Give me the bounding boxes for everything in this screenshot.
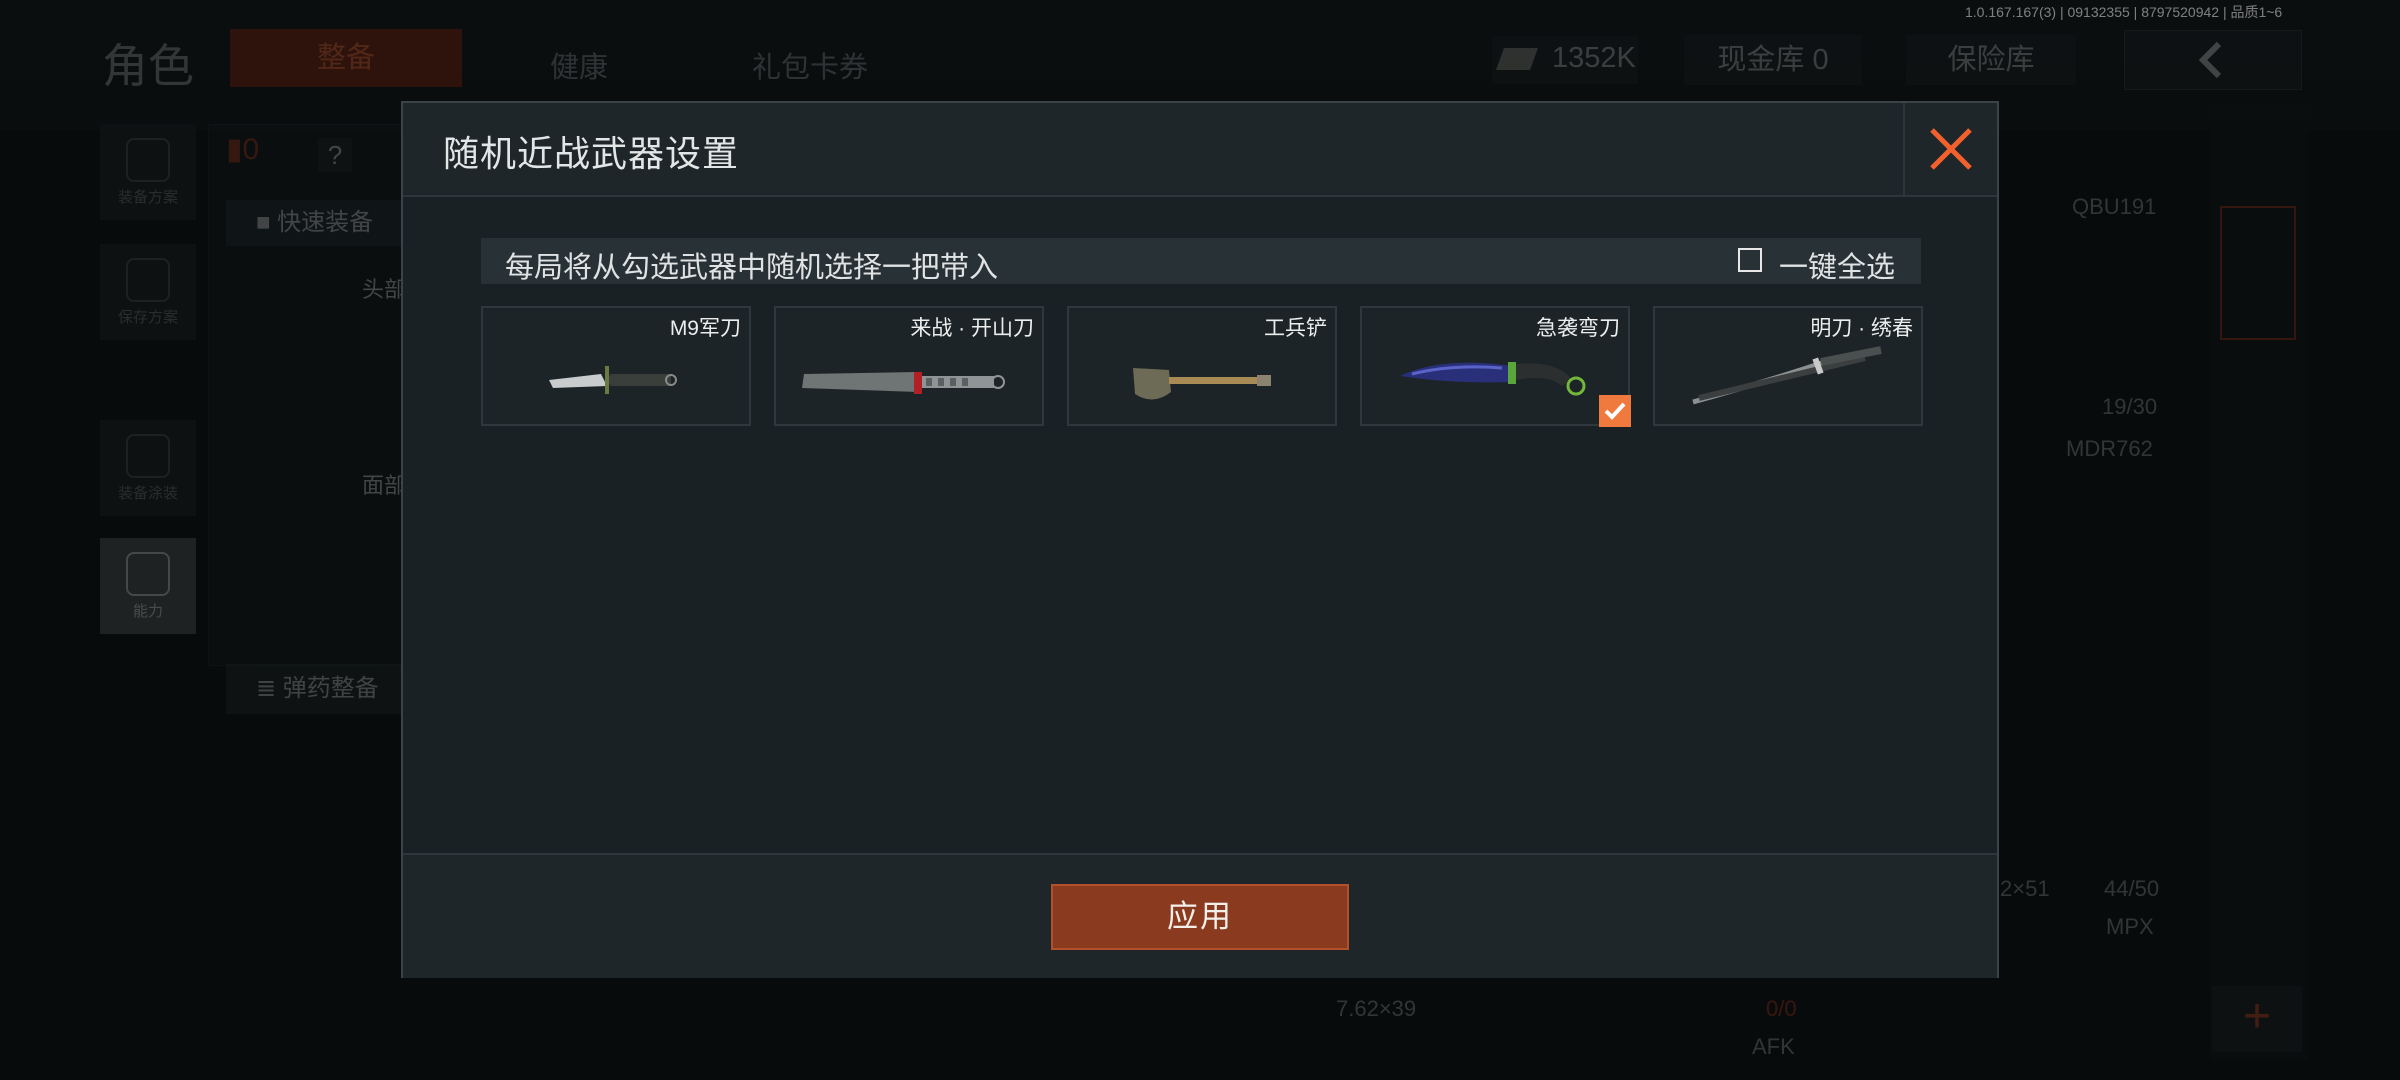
instruction-bar: 每局将从勾选武器中随机选择一把带入 一键全选 bbox=[481, 238, 1921, 284]
instruction-text: 每局将从勾选武器中随机选择一把带入 bbox=[505, 252, 999, 284]
dialog-title: 随机近战武器设置 bbox=[443, 133, 740, 174]
weapon-card-xiuchun[interactable]: 明刀 · 绣春 bbox=[1653, 306, 1923, 426]
sword-icon bbox=[1692, 346, 1882, 405]
checkmark-icon bbox=[1604, 402, 1626, 420]
apply-button[interactable]: 应用 bbox=[1051, 884, 1349, 950]
random-melee-dialog: 随机近战武器设置 每局将从勾选武器中随机选择一把带入 一键全选 M9军刀 来战 … bbox=[401, 101, 1999, 978]
weapon-card-shovel[interactable]: 工兵铲 bbox=[1067, 306, 1337, 426]
dialog-header: 随机近战武器设置 bbox=[403, 103, 1997, 197]
close-button[interactable] bbox=[1903, 103, 1997, 195]
machete-icon bbox=[802, 372, 1005, 394]
bayonet-icon bbox=[549, 366, 677, 394]
weapon-card-machete[interactable]: 来战 · 开山刀 bbox=[774, 306, 1044, 426]
weapon-card-karambit[interactable]: 急袭弯刀 bbox=[1360, 306, 1631, 427]
select-all-checkbox[interactable] bbox=[1738, 248, 1762, 272]
checked-badge bbox=[1599, 395, 1631, 427]
weapon-card-m9[interactable]: M9军刀 bbox=[481, 306, 751, 426]
shovel-icon bbox=[1133, 368, 1271, 400]
close-icon bbox=[1930, 128, 1972, 170]
dialog-footer: 应用 bbox=[403, 853, 1997, 978]
select-all-label[interactable]: 一键全选 bbox=[1779, 244, 1895, 286]
karambit-icon bbox=[1400, 362, 1586, 396]
